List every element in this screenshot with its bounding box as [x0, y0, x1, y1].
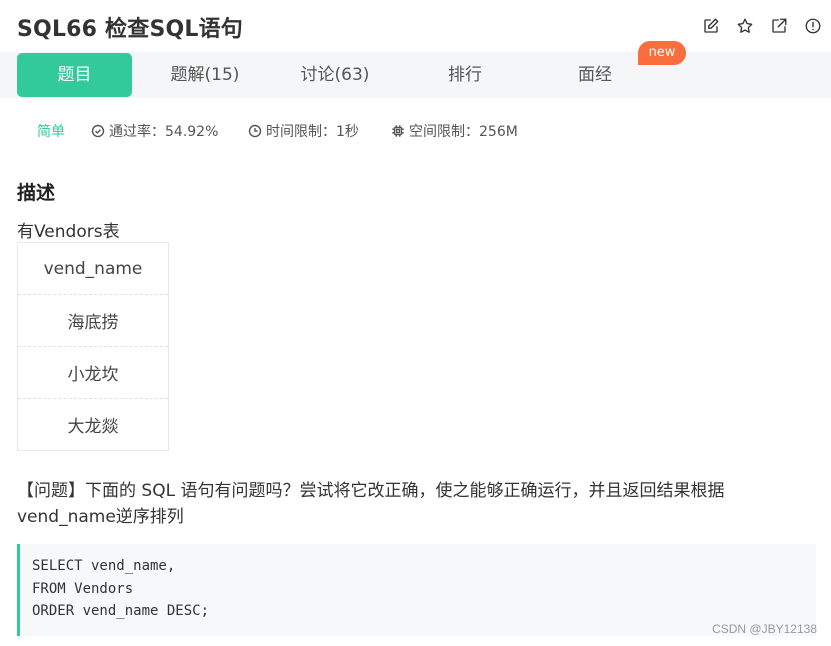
pass-rate: 通过率：54.92% — [91, 120, 218, 142]
check-circle-icon — [91, 124, 105, 138]
watermark: CSDN @JBY12138 — [712, 622, 817, 636]
tab-bar: 题目 题解(15) 讨论(63) 排行 面经 — [0, 52, 831, 98]
title-bar: SQL66 检查SQL语句 — [0, 0, 831, 52]
table-caption: 有Vendors表 — [17, 222, 120, 242]
new-badge: new — [638, 41, 686, 65]
space-limit-text: 空间限制：256M — [409, 124, 518, 140]
table-cell: 大龙燚 — [67, 417, 119, 437]
code-block[interactable]: SELECT vend_name, FROM Vendors ORDER ven… — [17, 544, 816, 636]
description-heading: 描述 — [17, 182, 56, 204]
code-line: SELECT vend_name, — [32, 558, 176, 574]
problem-meta: 简单 通过率：54.92% 时间限制：1秒 空间限制：256M — [0, 120, 831, 144]
tab-ranking[interactable]: 排行 — [410, 53, 520, 97]
time-limit: 时间限制：1秒 — [248, 120, 359, 142]
chip-icon — [392, 125, 404, 137]
table-header-cell: vend_name — [17, 242, 169, 295]
space-limit: 空间限制：256M — [391, 120, 518, 142]
tab-problem[interactable]: 题目 — [17, 53, 132, 97]
page-title: SQL66 检查SQL语句 — [17, 17, 244, 42]
external-link-icon[interactable] — [767, 14, 791, 38]
question-text: 【问题】下面的 SQL 语句有问题吗？尝试将它改正确，使之能够正确运行，并且返回… — [17, 481, 725, 527]
vendors-table: vend_name 海底捞 小龙坎 大龙燚 — [17, 242, 169, 451]
tab-solutions[interactable]: 题解(15) — [150, 53, 260, 97]
info-icon[interactable] — [801, 14, 825, 38]
time-limit-text: 时间限制：1秒 — [266, 124, 359, 140]
table-row: 大龙燚 — [18, 399, 169, 451]
difficulty-label: 简单 — [37, 124, 65, 140]
tab-interview[interactable]: 面经 — [540, 53, 650, 97]
star-icon[interactable] — [733, 14, 757, 38]
table-row: 海底捞 — [17, 294, 169, 347]
clock-icon — [248, 124, 262, 138]
edit-icon[interactable] — [699, 14, 723, 38]
table-cell: 小龙坎 — [17, 346, 169, 399]
table-cell: 海底捞 — [17, 294, 169, 347]
code-line: FROM Vendors — [32, 580, 134, 597]
table-row: 小龙坎 — [17, 346, 169, 399]
code-line: ORDER vend_name DESC; — [32, 603, 210, 619]
table-header-row: vend_name — [17, 242, 169, 295]
toolbar — [699, 14, 825, 38]
tab-discussion[interactable]: 讨论(63) — [280, 53, 390, 97]
pass-rate-text: 通过率：54.92% — [109, 124, 219, 140]
